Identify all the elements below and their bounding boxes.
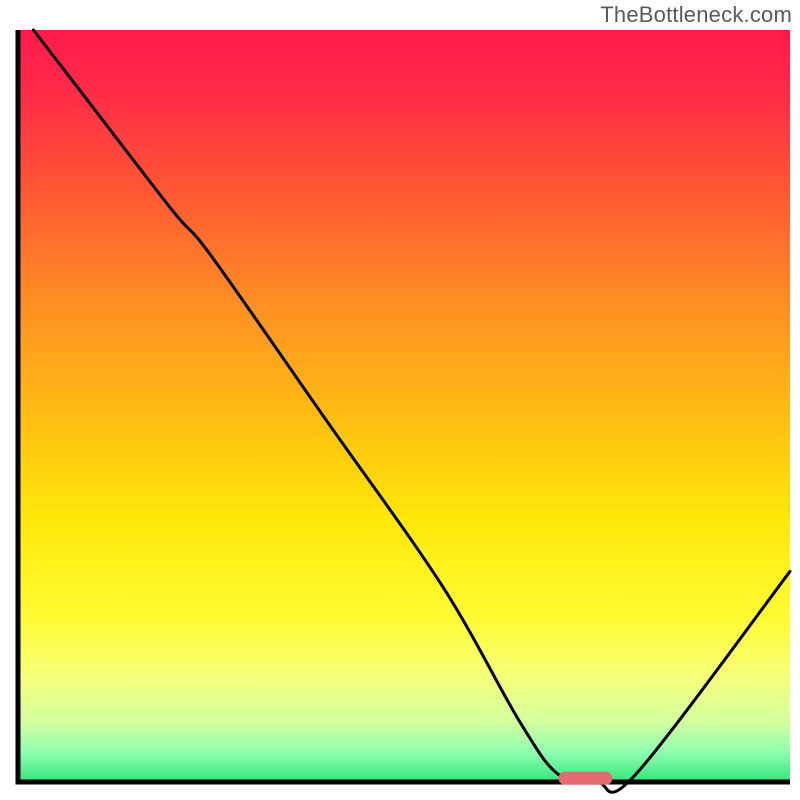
gradient-background [18, 30, 790, 782]
chart-container: TheBottleneck.com [0, 0, 800, 800]
optimal-marker [558, 772, 612, 785]
bottleneck-chart [0, 0, 800, 800]
watermark-label: TheBottleneck.com [600, 2, 792, 28]
